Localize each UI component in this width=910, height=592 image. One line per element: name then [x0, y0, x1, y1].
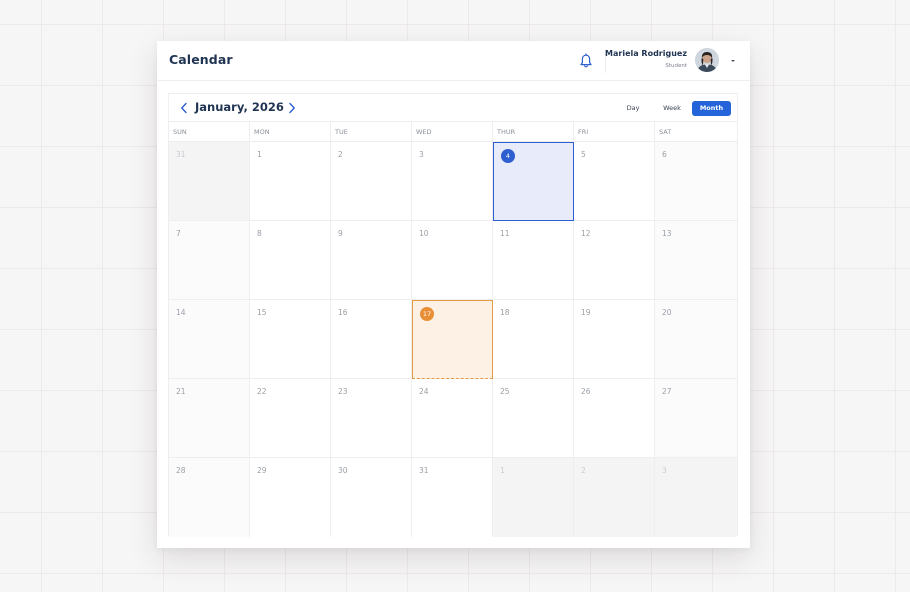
day-cell[interactable]: 30: [331, 458, 412, 537]
weekday-header: MON: [250, 122, 331, 142]
day-number: 7: [176, 229, 181, 238]
day-cell[interactable]: 24: [412, 379, 493, 458]
month-label: January, 2026: [195, 100, 284, 114]
day-cell[interactable]: 1: [493, 458, 574, 537]
day-number: 12: [581, 229, 591, 238]
chevron-down-icon[interactable]: [728, 56, 738, 66]
weekday-header: SUN: [169, 122, 250, 142]
day-cell[interactable]: 2: [574, 458, 655, 537]
month-grid: SUN MON TUE WED THUR FRI SAT 31 1 2 3 4 5 6 7 8 9 10 11 12 1…: [168, 121, 738, 537]
day-number: 6: [662, 150, 667, 159]
day-number: 31: [419, 466, 429, 475]
day-cell[interactable]: 21: [169, 379, 250, 458]
view-month-button[interactable]: Month: [692, 101, 731, 116]
day-number: 27: [662, 387, 672, 396]
day-number-badge: 4: [501, 149, 515, 163]
day-number: 10: [419, 229, 429, 238]
day-number: 20: [662, 308, 672, 317]
day-number: 9: [338, 229, 343, 238]
calendar-card: Calendar Mariela Rodriguez Student Janua…: [157, 41, 750, 548]
day-cell[interactable]: 13: [655, 221, 737, 300]
day-number: 25: [500, 387, 510, 396]
user-role: Student: [665, 63, 687, 69]
day-number: 2: [338, 150, 343, 159]
weekday-header: SAT: [655, 122, 737, 142]
day-cell-selected[interactable]: 4: [493, 142, 574, 221]
avatar-portrait: [695, 48, 719, 72]
day-cell[interactable]: 15: [250, 300, 331, 379]
day-number: 30: [338, 466, 348, 475]
day-number: 3: [662, 466, 667, 475]
view-week-button[interactable]: Week: [657, 101, 687, 116]
day-number: 14: [176, 308, 186, 317]
day-number: 24: [419, 387, 429, 396]
day-cell[interactable]: 29: [250, 458, 331, 537]
day-number: 28: [176, 466, 186, 475]
calendar-toolbar: January, 2026 Day Week Month: [168, 93, 738, 121]
day-cell[interactable]: 27: [655, 379, 737, 458]
day-cell[interactable]: 12: [574, 221, 655, 300]
day-number: 19: [581, 308, 591, 317]
day-cell[interactable]: 31: [169, 142, 250, 221]
view-day-button[interactable]: Day: [619, 101, 647, 116]
day-number: 21: [176, 387, 186, 396]
day-cell[interactable]: 6: [655, 142, 737, 221]
chevron-right-icon[interactable]: [287, 102, 297, 114]
day-cell[interactable]: 2: [331, 142, 412, 221]
day-cell[interactable]: 14: [169, 300, 250, 379]
avatar[interactable]: [695, 48, 719, 72]
day-number: 2: [581, 466, 586, 475]
day-cell-today[interactable]: 17: [412, 300, 493, 379]
user-name: Mariela Rodriguez: [605, 49, 687, 58]
day-cell[interactable]: 5: [574, 142, 655, 221]
day-cell[interactable]: 1: [250, 142, 331, 221]
day-cell[interactable]: 3: [655, 458, 737, 537]
top-bar: Calendar Mariela Rodriguez Student: [157, 41, 750, 81]
day-cell[interactable]: 26: [574, 379, 655, 458]
day-number: 26: [581, 387, 591, 396]
day-cell[interactable]: 8: [250, 221, 331, 300]
day-cell[interactable]: 18: [493, 300, 574, 379]
weekday-header: WED: [412, 122, 493, 142]
day-cell[interactable]: 23: [331, 379, 412, 458]
bell-icon[interactable]: [579, 53, 593, 69]
day-cell[interactable]: 3: [412, 142, 493, 221]
day-cell[interactable]: 28: [169, 458, 250, 537]
day-number: 5: [581, 150, 586, 159]
day-number: 1: [257, 150, 262, 159]
day-cell[interactable]: 10: [412, 221, 493, 300]
page-title: Calendar: [169, 52, 233, 67]
day-cell[interactable]: 11: [493, 221, 574, 300]
day-cell[interactable]: 25: [493, 379, 574, 458]
day-number: 31: [176, 150, 186, 159]
day-cell[interactable]: 7: [169, 221, 250, 300]
day-number: 11: [500, 229, 510, 238]
day-number: 3: [419, 150, 424, 159]
weekday-header: THUR: [493, 122, 574, 142]
day-number: 16: [338, 308, 348, 317]
day-cell[interactable]: 20: [655, 300, 737, 379]
weekday-header: TUE: [331, 122, 412, 142]
day-number-badge: 17: [420, 307, 434, 321]
weekday-header: FRI: [574, 122, 655, 142]
day-number: 29: [257, 466, 267, 475]
day-number: 15: [257, 308, 267, 317]
day-number: 1: [500, 466, 505, 475]
chevron-left-icon[interactable]: [179, 102, 189, 114]
day-number: 8: [257, 229, 262, 238]
day-cell[interactable]: 22: [250, 379, 331, 458]
day-number: 23: [338, 387, 348, 396]
day-number: 22: [257, 387, 267, 396]
day-number: 13: [662, 229, 672, 238]
day-number: 18: [500, 308, 510, 317]
day-cell[interactable]: 19: [574, 300, 655, 379]
day-cell[interactable]: 16: [331, 300, 412, 379]
day-cell[interactable]: 9: [331, 221, 412, 300]
day-cell[interactable]: 31: [412, 458, 493, 537]
